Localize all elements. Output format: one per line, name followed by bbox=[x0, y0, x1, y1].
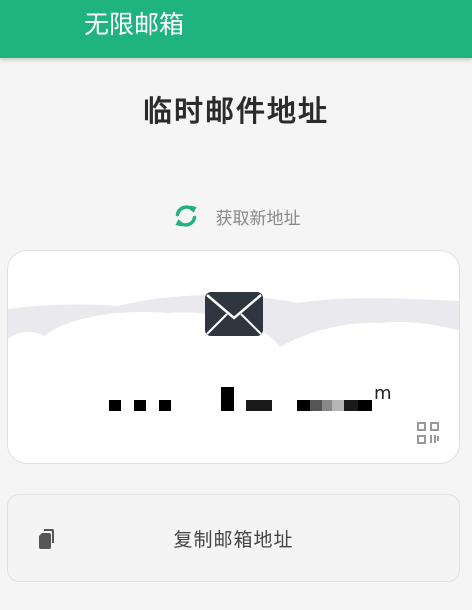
get-new-address-button[interactable]: 获取新地址 bbox=[0, 200, 472, 232]
email-domain-suffix: m bbox=[374, 383, 392, 404]
page-title: 临时邮件地址 bbox=[142, 94, 329, 128]
cloud-background bbox=[8, 295, 459, 463]
email-address-card: m bbox=[7, 250, 460, 464]
envelope-icon bbox=[205, 292, 263, 336]
copy-address-label: 复制邮箱地址 bbox=[173, 528, 294, 551]
qr-code-icon[interactable] bbox=[416, 421, 440, 445]
get-new-address-label: 获取新地址 bbox=[215, 208, 301, 229]
refresh-icon bbox=[175, 205, 196, 227]
app-bar: 无限邮箱 bbox=[0, 0, 472, 58]
app-title: 无限邮箱 bbox=[84, 10, 185, 39]
copy-address-button[interactable]: 复制邮箱地址 bbox=[7, 494, 460, 582]
copy-icon bbox=[39, 529, 54, 549]
email-address-redacted bbox=[109, 387, 372, 411]
